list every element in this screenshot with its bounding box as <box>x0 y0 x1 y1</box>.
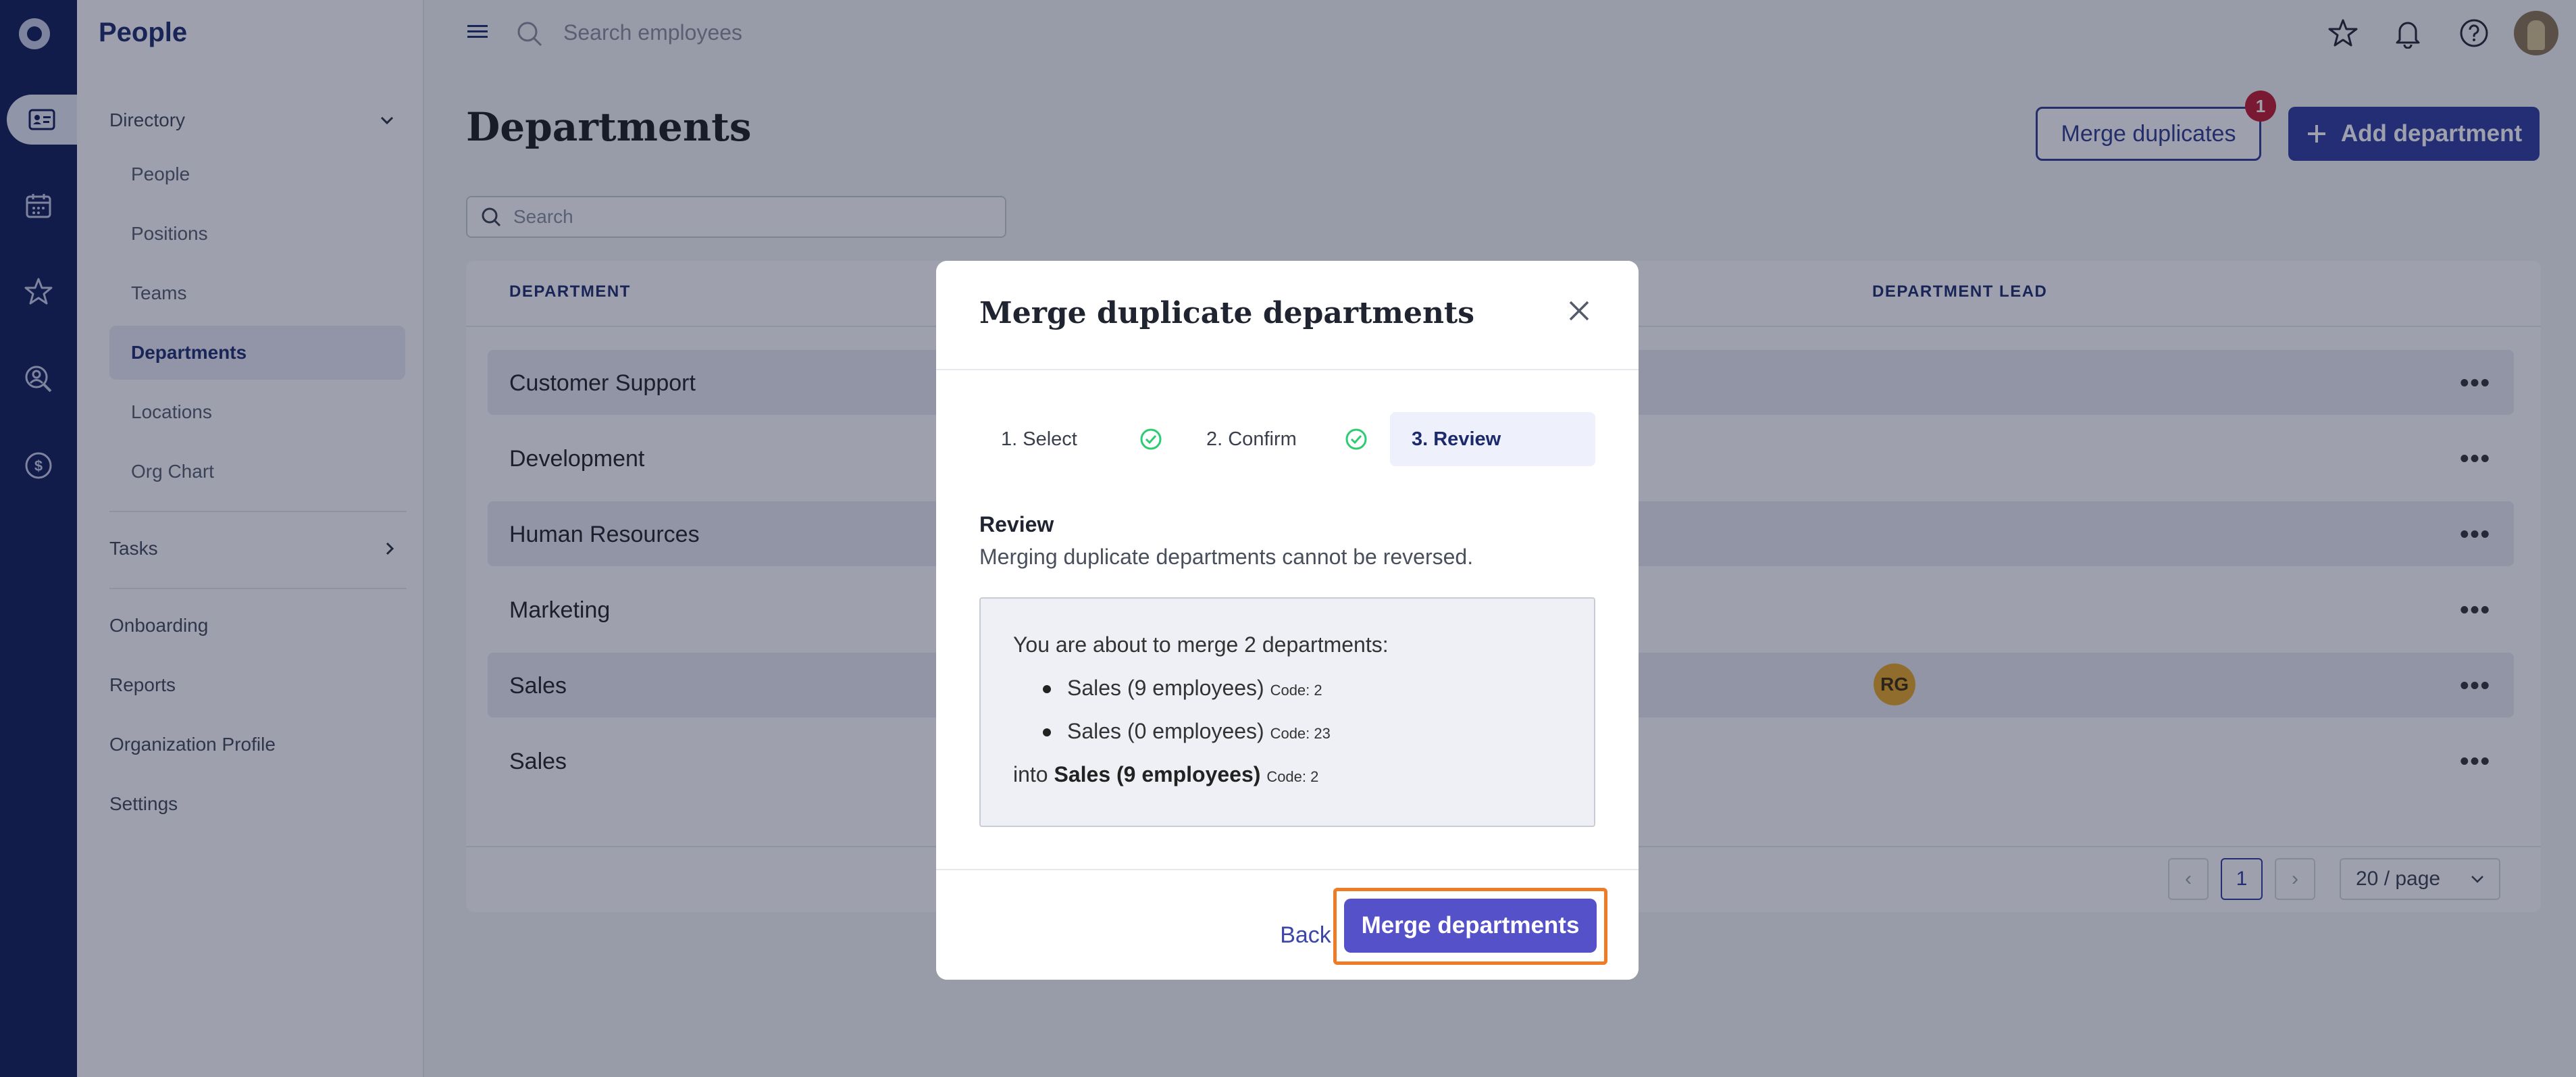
department-entry: Sales (9 employees) <box>1067 676 1264 700</box>
check-circle-icon <box>1345 428 1367 450</box>
merge-summary-box: You are about to merge 2 departments: Sa… <box>979 597 1595 827</box>
list-item: Sales (9 employees) Code: 2 <box>1043 676 1322 701</box>
dialog-header-divider <box>936 369 1639 370</box>
step-label: 3. Review <box>1412 428 1501 450</box>
dialog-title: Merge duplicate departments <box>979 296 1475 330</box>
into-prefix: into <box>1013 762 1048 786</box>
target-department: Sales (9 employees) <box>1054 762 1261 786</box>
step-confirm: 2. Confirm <box>1185 412 1390 466</box>
merge-departments-button[interactable]: Merge departments <box>1344 899 1597 953</box>
step-select: 1. Select <box>979 412 1185 466</box>
step-label: 2. Confirm <box>1206 428 1297 450</box>
department-code: Code: 23 <box>1270 725 1331 742</box>
review-warning-text: Merging duplicate departments cannot be … <box>979 545 1474 569</box>
check-circle-icon <box>1140 428 1162 450</box>
merge-duplicate-departments-dialog: Merge duplicate departments 1. Select 2.… <box>936 261 1639 980</box>
department-entry: Sales (0 employees) <box>1067 719 1264 743</box>
stepper: 1. Select 2. Confirm 3. Review <box>979 412 1595 466</box>
review-heading: Review <box>979 512 1054 536</box>
merge-target: into Sales (9 employees) Code: 2 <box>1013 762 1318 787</box>
step-label: 1. Select <box>1001 428 1077 450</box>
step-review: 3. Review <box>1390 412 1595 466</box>
department-code: Code: 2 <box>1270 682 1322 699</box>
summary-intro: You are about to merge 2 departments: <box>1013 632 1389 657</box>
target-code: Code: 2 <box>1266 768 1319 785</box>
close-icon[interactable] <box>1567 299 1591 323</box>
dialog-footer-divider <box>936 869 1639 870</box>
list-item: Sales (0 employees) Code: 23 <box>1043 719 1331 744</box>
